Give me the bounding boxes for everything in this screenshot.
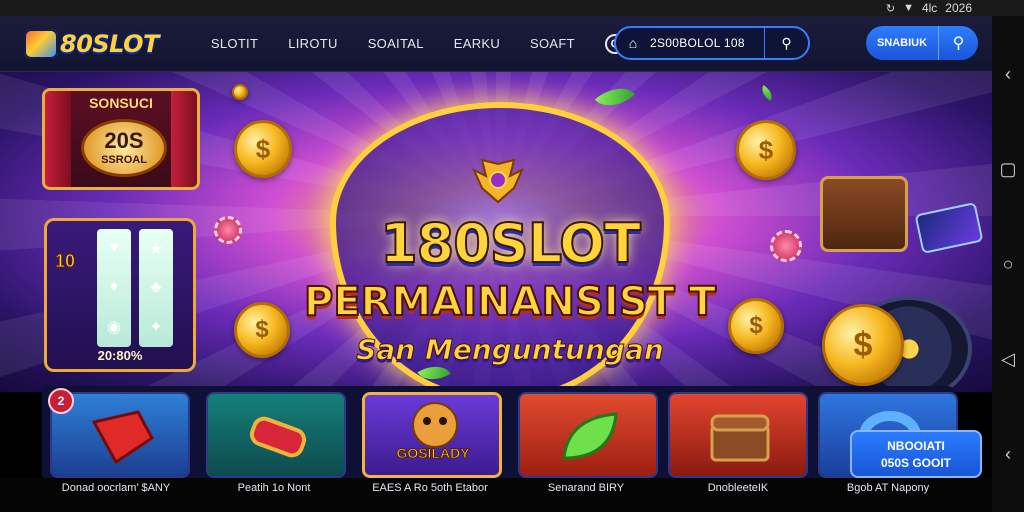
game-caption[interactable]: Senarand BIRY <box>502 482 670 494</box>
search-box[interactable]: ⌂ 2S00BOLOL 108 ⚲ <box>614 26 810 60</box>
promo-big-text: 20S <box>104 128 144 153</box>
game-tile[interactable] <box>668 392 808 478</box>
status-bar: ↻ ▼ 4lc 2026 <box>0 0 1024 16</box>
slot-number: 10 <box>54 251 76 272</box>
menu-item-lirotu[interactable]: LIROTU <box>288 36 337 51</box>
chip-icon <box>770 230 802 262</box>
game-caption[interactable]: Bgob AT Napony <box>804 482 972 494</box>
coin-icon: $ <box>234 302 290 358</box>
square-icon[interactable]: ▢ <box>999 160 1016 178</box>
menu-item-earku[interactable]: EARKU <box>454 36 500 51</box>
register-button[interactable]: NBOOIATI 050S GOOIT <box>850 430 982 478</box>
search-icon[interactable]: ⚲ <box>938 26 978 60</box>
slot-reel: ★ ♣ ✦ <box>139 229 173 347</box>
promo-small-text: SSROAL <box>101 154 147 166</box>
promo-plaque: 20S SSROAL <box>81 119 167 177</box>
tile-brand: GOSILADY <box>396 445 470 462</box>
home-icon: ⌂ <box>628 35 638 51</box>
game-caption[interactable]: Donad oocrlam’ $ANY <box>32 482 200 494</box>
winged-emblem-icon <box>471 158 525 204</box>
coin-icon: $ <box>728 298 784 354</box>
menu-item-soaital[interactable]: SOAITAL <box>368 36 424 51</box>
search-action-icon[interactable]: ⚲ <box>764 28 808 58</box>
register-line1: NBOOIATI <box>887 439 945 453</box>
hero-title-line3: San Menguntungan <box>356 333 665 367</box>
search-input[interactable]: 2S00BOLOL 108 <box>650 36 764 50</box>
chevron-back-icon[interactable]: ‹ <box>1005 445 1011 463</box>
register-line2: 050S GOOIT <box>880 456 952 470</box>
coin-icon: $ <box>822 304 904 386</box>
game-tile[interactable] <box>206 392 346 478</box>
status-indicator: 4lc <box>921 1 938 15</box>
login-label: SNABIUK <box>876 37 928 49</box>
hero-title: 180SLOT PERMAINANSIST T San Menguntungan <box>250 211 770 367</box>
triangle-back-icon[interactable]: ◁ <box>1001 350 1015 368</box>
scroll-icon <box>249 416 307 458</box>
logo-text: 80SLOT <box>60 29 159 58</box>
logo-mark-icon <box>24 28 58 59</box>
coin-icon <box>232 84 248 100</box>
game-caption[interactable]: DnobleeteIK <box>654 482 822 494</box>
game-tile[interactable]: GOSILADY <box>362 392 502 478</box>
hero-title-line2: PERMAINANSIST T <box>303 278 717 326</box>
site-logo[interactable]: 80SLOT <box>24 28 159 59</box>
slot-percent: 20:80% <box>97 348 143 363</box>
game-caption[interactable]: Peatih 1o Nont <box>190 482 358 494</box>
status-time: 2026 <box>945 1 972 15</box>
leaf-icon <box>562 412 618 460</box>
system-nav-bar: ‹ ▢ ○ ◁ ‹ <box>992 16 1024 512</box>
site-header: 80SLOT SLOTIT LIROTU SOAITAL EARKU SOAFT… <box>0 16 992 72</box>
coin-icon: $ <box>234 120 292 178</box>
game-tile[interactable] <box>518 392 658 478</box>
coin-icon: $ <box>736 120 796 180</box>
menu-item-slot[interactable]: SLOTIT <box>211 36 258 51</box>
wifi-icon: ▼ <box>903 2 914 14</box>
login-button[interactable]: SNABIUK ⚲ <box>866 26 978 60</box>
promo-top-label: SONSUCI <box>89 95 153 111</box>
promo-panel[interactable]: SONSUCI 20S SSROAL <box>42 88 200 190</box>
slot-machine-panel[interactable]: 10 ♥ ♦ ◉ ★ ♣ ✦ 20:80% <box>44 218 196 372</box>
menu-item-soaft[interactable]: SOAFT <box>530 36 575 51</box>
notification-badge: 2 <box>48 388 74 414</box>
treasure-chest-icon <box>820 176 908 252</box>
treasure-chest-icon <box>710 414 770 462</box>
game-caption[interactable]: EAES A Ro 5oth Etabor <box>346 482 514 494</box>
hero-title-line1: 180SLOT <box>379 211 642 276</box>
slot-reel: ♥ ♦ ◉ <box>97 229 131 347</box>
main-menu: SLOTIT LIROTU SOAITAL EARKU SOAFT Q <box>211 33 625 54</box>
circle-icon[interactable]: ○ <box>1003 255 1014 273</box>
red-gem-icon <box>91 410 154 465</box>
back-icon[interactable]: ‹ <box>1005 65 1011 83</box>
sync-icon: ↻ <box>885 2 896 15</box>
chip-icon <box>214 216 242 244</box>
